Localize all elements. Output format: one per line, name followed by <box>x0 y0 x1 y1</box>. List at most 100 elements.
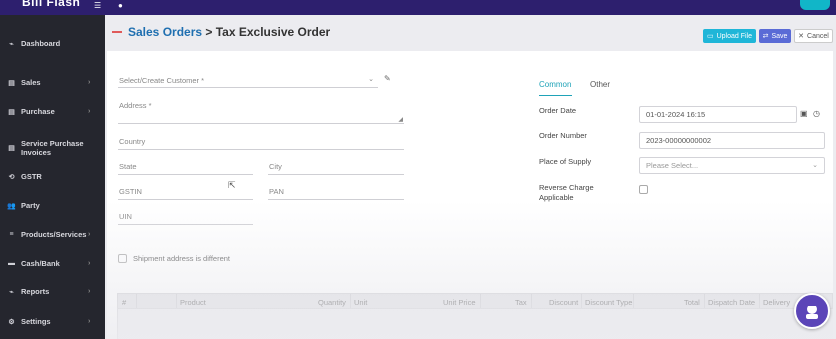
shipment-label: Shipment address is different <box>133 254 230 263</box>
document-icon: ▤ <box>8 79 15 87</box>
menu-icon[interactable]: ☰ <box>94 2 104 10</box>
order-date-input[interactable]: 01-01-2024 16:15 <box>639 106 797 123</box>
title-accent <box>112 31 122 33</box>
sidebar-item-label: Reports <box>21 287 50 296</box>
save-button[interactable]: ⇄ Save <box>759 29 791 43</box>
notification-pill[interactable] <box>800 0 830 10</box>
gstin-placeholder: GSTIN <box>119 187 142 196</box>
col-discount: Discount <box>549 298 579 307</box>
save-label: Save <box>771 32 788 40</box>
page-title: > Tax Exclusive Order <box>202 25 331 39</box>
chevron-right-icon: › <box>88 288 91 295</box>
address-field[interactable]: Address * ◢ <box>118 98 404 124</box>
column-divider <box>480 294 481 308</box>
breadcrumb-sales-orders-link[interactable]: Sales Orders <box>128 25 202 39</box>
mouse-cursor-icon: ⇱ <box>228 180 236 190</box>
city-field[interactable]: City <box>268 158 404 175</box>
shipment-checkbox[interactable] <box>118 254 127 263</box>
document-icon: ▤ <box>8 145 15 152</box>
place-of-supply-select[interactable]: Please Select... ⌄ <box>639 157 825 174</box>
customer-select-placeholder: Select/Create Customer * <box>119 76 205 85</box>
reverse-charge-checkbox[interactable] <box>639 185 648 194</box>
column-divider <box>350 294 351 308</box>
col-dispatch-date: Dispatch Date <box>708 298 756 307</box>
place-of-supply-label: Place of Supply <box>539 157 592 166</box>
uin-field[interactable]: UIN <box>118 208 253 225</box>
place-of-supply-placeholder: Please Select... <box>646 161 699 170</box>
order-number-input[interactable]: 2023-00000000002 <box>639 132 825 149</box>
sidebar-item-dashboard[interactable]: ⌁ Dashboard <box>0 39 105 48</box>
chevron-right-icon: › <box>88 318 91 325</box>
items-table-header: # Product Quantity Unit Unit Price Tax D… <box>117 293 833 309</box>
sidebar-item-purchase[interactable]: ▤ Purchase › <box>0 107 105 116</box>
country-placeholder: Country <box>119 137 146 146</box>
top-header: Bill Flash ☰ ● <box>0 0 836 15</box>
state-placeholder: State <box>119 162 137 171</box>
upload-file-button[interactable]: ▭ Upload File <box>703 29 756 43</box>
sidebar-item-sales[interactable]: ▤ Sales › <box>0 78 105 87</box>
clock-icon[interactable]: ◷ <box>813 109 820 118</box>
column-divider <box>176 294 177 308</box>
cancel-label: Cancel <box>807 32 829 40</box>
chevron-right-icon: › <box>88 108 91 115</box>
order-number-label: Order Number <box>539 131 587 140</box>
user-icon[interactable]: ● <box>118 2 128 10</box>
col-quantity: Quantity <box>318 298 346 307</box>
breadcrumb: Sales Orders > Tax Exclusive Order <box>128 25 330 39</box>
column-divider <box>759 294 760 308</box>
support-chat-button[interactable] <box>794 293 830 329</box>
tab-active-indicator <box>539 95 572 96</box>
close-icon: ✕ <box>798 33 805 40</box>
list-icon: ≡ <box>9 231 14 238</box>
sidebar-item-service-purchase-invoices[interactable]: ▤ Service Purchase Invoices <box>0 139 105 157</box>
tab-other[interactable]: Other <box>590 80 610 89</box>
tab-common[interactable]: Common <box>539 80 571 89</box>
calendar-icon[interactable]: ▣ <box>800 109 808 118</box>
chevron-down-icon: ⌄ <box>812 162 818 169</box>
refresh-icon: ⟲ <box>8 173 15 181</box>
address-placeholder: Address * <box>119 101 152 110</box>
col-delivery: Delivery <box>763 298 791 307</box>
sidebar-item-cash-bank[interactable]: ▬ Cash/Bank › <box>0 259 105 268</box>
state-field[interactable]: State <box>118 158 253 175</box>
sidebar-item-reports[interactable]: ⌁ Reports › <box>0 287 105 296</box>
column-divider <box>531 294 532 308</box>
col-index: # <box>122 298 127 307</box>
uin-placeholder: UIN <box>119 212 132 221</box>
brand-logo[interactable]: Bill Flash <box>22 0 80 9</box>
column-divider <box>633 294 634 308</box>
document-icon: ▤ <box>8 108 15 116</box>
pan-field[interactable]: PAN <box>268 183 404 200</box>
sidebar-item-label: Dashboard <box>21 39 61 48</box>
sidebar-item-settings[interactable]: ⚙ Settings › <box>0 317 105 326</box>
sidebar-item-label: Service Purchase Invoices <box>21 139 84 157</box>
support-agent-icon <box>806 304 818 319</box>
sidebar-item-label: Cash/Bank <box>21 259 60 268</box>
users-icon: 👥 <box>7 202 16 210</box>
chevron-down-icon: ⌄ <box>368 76 374 83</box>
col-tax: Tax <box>515 298 527 307</box>
country-field[interactable]: Country <box>118 133 404 150</box>
col-unit-price: Unit Price <box>443 298 476 307</box>
edit-customer-icon[interactable]: ✎ <box>384 74 391 83</box>
reverse-charge-label: Reverse Charge Applicable <box>539 183 594 202</box>
customer-select[interactable]: Select/Create Customer * ⌄ <box>118 72 378 88</box>
sidebar-item-label: Purchase <box>21 107 55 116</box>
chart-icon: ⌁ <box>9 288 14 296</box>
col-unit: Unit <box>354 298 368 307</box>
items-table-body <box>117 309 833 339</box>
city-placeholder: City <box>269 162 282 171</box>
sidebar-item-label: Party <box>21 201 40 210</box>
sidebar-item-gstr[interactable]: ⟲ GSTR <box>0 172 105 181</box>
cancel-button[interactable]: ✕ Cancel <box>794 29 833 43</box>
column-divider <box>136 294 137 308</box>
sidebar-item-label: Settings <box>21 317 51 326</box>
sidebar-item-label: GSTR <box>21 172 42 181</box>
col-total: Total <box>684 298 700 307</box>
sidebar-item-label: Products/Services <box>21 230 87 239</box>
sidebar-item-products-services[interactable]: ≡ Products/Services › <box>0 230 105 239</box>
chevron-right-icon: › <box>88 231 91 238</box>
sidebar-item-party[interactable]: 👥 Party <box>0 201 105 210</box>
resize-handle-icon[interactable]: ◢ <box>398 116 403 123</box>
chevron-right-icon: › <box>88 79 91 86</box>
